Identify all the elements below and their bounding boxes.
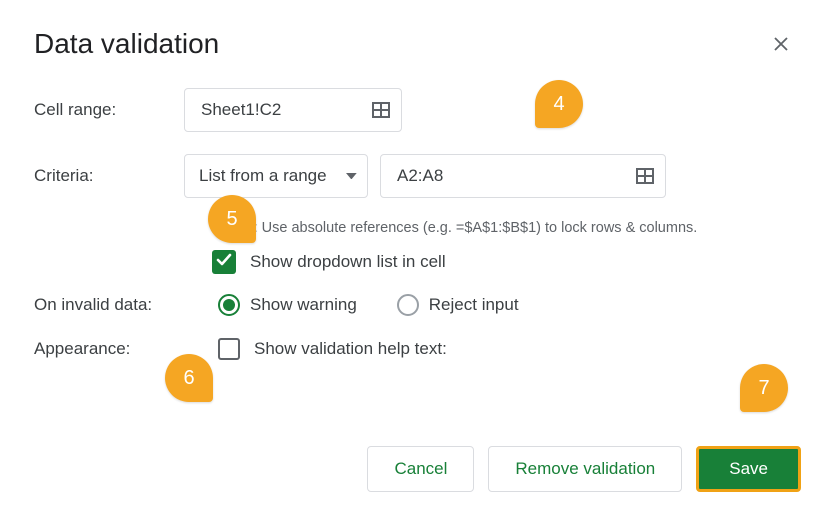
remove-validation-label: Remove validation xyxy=(515,459,655,479)
show-help-text-label: Show validation help text: xyxy=(254,339,447,359)
show-help-text-checkbox[interactable] xyxy=(218,338,240,360)
criteria-type-dropdown[interactable]: List from a range xyxy=(184,154,368,198)
radio-reject-input-label: Reject input xyxy=(429,295,519,315)
close-button[interactable] xyxy=(767,32,795,60)
show-dropdown-row: Show dropdown list in cell xyxy=(34,250,801,274)
criteria-row: Criteria: List from a range xyxy=(34,154,801,198)
check-icon xyxy=(215,251,233,274)
data-validation-dialog: Data validation Cell range: Criteria: Li… xyxy=(0,0,835,522)
criteria-tip-row: Tip: Use absolute references (e.g. =$A$1… xyxy=(34,220,801,236)
criteria-type-value: List from a range xyxy=(199,166,340,186)
grid-icon[interactable] xyxy=(635,166,655,186)
remove-validation-button[interactable]: Remove validation xyxy=(488,446,682,492)
cell-range-input[interactable] xyxy=(199,99,371,121)
callout-7: 7 xyxy=(740,364,788,412)
save-button[interactable]: Save xyxy=(696,446,801,492)
dialog-buttons: Cancel Remove validation Save xyxy=(367,446,801,492)
close-icon xyxy=(773,36,789,57)
appearance-label: Appearance: xyxy=(34,339,218,359)
caret-down-icon xyxy=(346,170,357,182)
dialog-title: Data validation xyxy=(34,28,801,60)
on-invalid-row: On invalid data: Show warning Reject inp… xyxy=(34,294,801,316)
show-dropdown-label: Show dropdown list in cell xyxy=(250,252,446,272)
criteria-label: Criteria: xyxy=(34,166,184,186)
save-button-label: Save xyxy=(729,459,768,479)
on-invalid-label: On invalid data: xyxy=(34,295,218,315)
radio-show-warning-label: Show warning xyxy=(250,295,357,315)
callout-6: 6 xyxy=(165,354,213,402)
cell-range-label: Cell range: xyxy=(34,100,184,120)
show-dropdown-checkbox[interactable] xyxy=(212,250,236,274)
radio-reject-input[interactable]: Reject input xyxy=(397,294,519,316)
cell-range-row: Cell range: xyxy=(34,88,801,132)
cancel-button-label: Cancel xyxy=(394,459,447,479)
criteria-range-field[interactable] xyxy=(380,154,666,198)
cell-range-field[interactable] xyxy=(184,88,402,132)
radio-icon xyxy=(397,294,419,316)
appearance-row: Appearance: Show validation help text: xyxy=(34,338,801,360)
criteria-tip: Tip: Use absolute references (e.g. =$A$1… xyxy=(184,220,697,236)
radio-icon xyxy=(218,294,240,316)
criteria-range-input[interactable] xyxy=(395,165,635,187)
cancel-button[interactable]: Cancel xyxy=(367,446,474,492)
radio-show-warning[interactable]: Show warning xyxy=(218,294,357,316)
grid-icon[interactable] xyxy=(371,100,391,120)
